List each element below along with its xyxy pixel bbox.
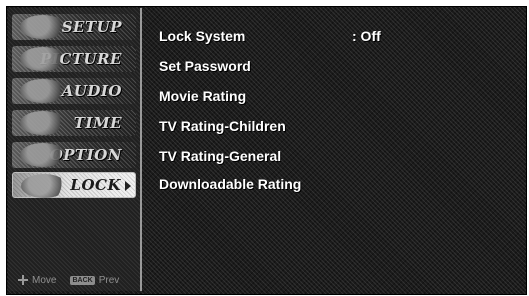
menu-item-label: AUDIO [61,82,122,100]
option-lock-system[interactable]: Lock System [159,28,245,44]
menu-item-setup[interactable]: SETUP [12,14,136,40]
lock-system-value: : Off [352,28,381,44]
menu-item-picture[interactable]: PICTURE [12,46,136,72]
main-menu-sidebar: SETUP PICTURE AUDIO TIME OPTION LOCK Mov… [8,8,142,291]
option-tv-rating-children[interactable]: TV Rating-Children [159,118,286,134]
time-thumbnail-icon [20,111,66,135]
option-movie-rating[interactable]: Movie Rating [159,88,246,104]
move-hint: Move [32,274,57,286]
prev-hint: Prev [98,274,120,286]
menu-item-option[interactable]: OPTION [12,142,136,168]
menu-item-label: LOCK [70,176,121,194]
menu-item-lock[interactable]: LOCK [12,172,136,198]
chevron-right-icon [125,181,131,191]
menu-item-audio[interactable]: AUDIO [12,78,136,104]
option-downloadable-rating[interactable]: Downloadable Rating [159,176,301,192]
picture-thumbnail-icon [20,47,66,71]
option-tv-rating-general[interactable]: TV Rating-General [159,148,281,164]
lock-thumbnail-icon [21,174,67,198]
back-key-icon: BACK [70,275,95,285]
option-thumbnail-icon [20,143,66,167]
audio-thumbnail-icon [20,79,66,103]
menu-footer: Move BACK Prev [18,272,138,288]
menu-item-time[interactable]: TIME [12,110,136,136]
directional-pad-icon [18,275,28,285]
tv-screen: SETUP PICTURE AUDIO TIME OPTION LOCK Mov… [0,0,529,296]
option-set-password[interactable]: Set Password [159,58,251,74]
menu-item-label: TIME [73,114,122,132]
setup-thumbnail-icon [20,15,66,39]
menu-item-label: SETUP [61,18,122,36]
